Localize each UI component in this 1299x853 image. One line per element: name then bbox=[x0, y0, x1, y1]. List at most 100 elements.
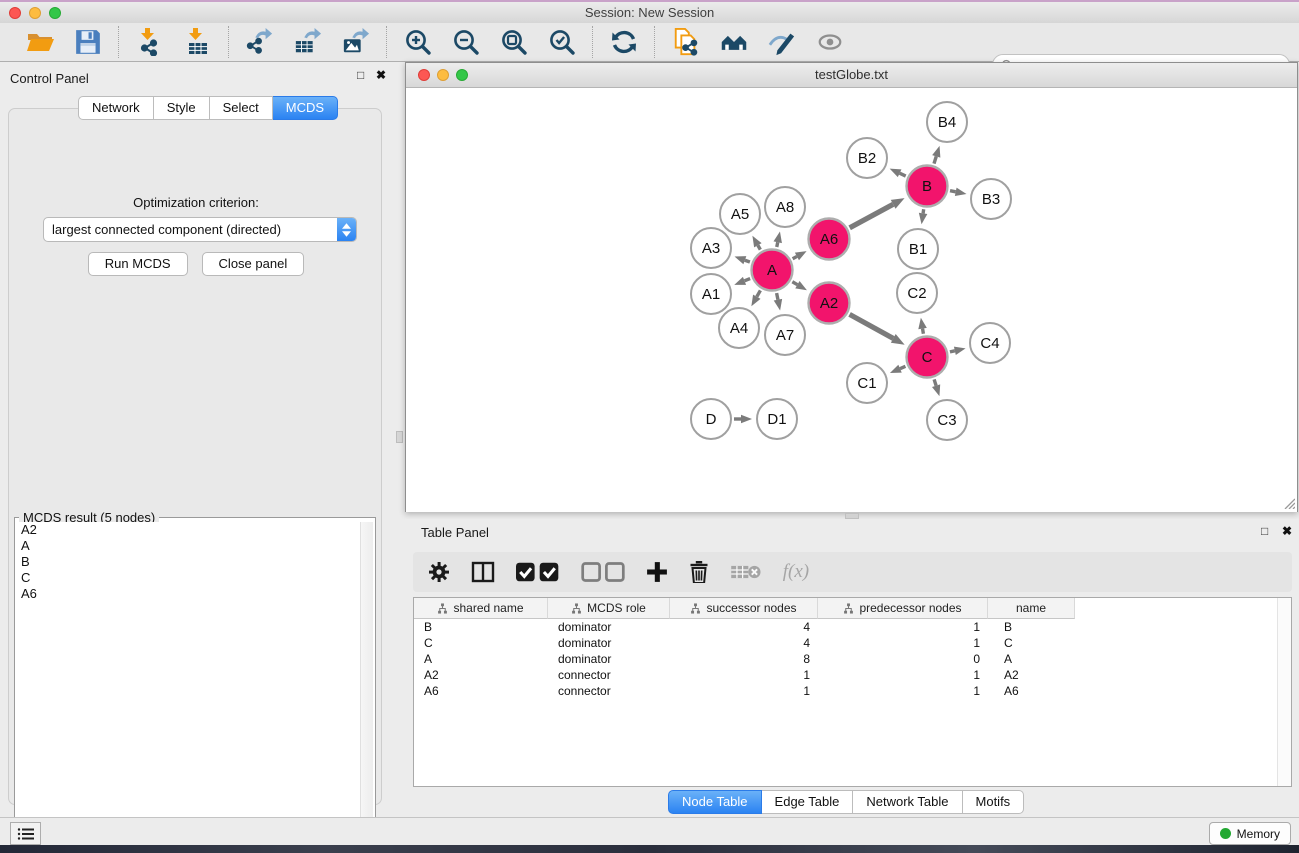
cell-successor-nodes[interactable]: 1 bbox=[670, 684, 818, 698]
table-row[interactable]: Cdominator41C bbox=[414, 635, 1291, 651]
memory-button[interactable]: Memory bbox=[1209, 822, 1291, 845]
cell-name[interactable]: A6 bbox=[988, 684, 1075, 698]
zoom-selected-icon[interactable] bbox=[546, 26, 578, 58]
tab-network[interactable]: Network bbox=[78, 96, 154, 120]
cell-predecessor-nodes[interactable]: 1 bbox=[818, 668, 988, 682]
tab-node-table[interactable]: Node Table bbox=[668, 790, 762, 814]
tab-network-table[interactable]: Network Table bbox=[853, 790, 962, 814]
cell-MCDS-role[interactable]: connector bbox=[548, 668, 670, 682]
network-canvas[interactable]: A A1 A2 A3 A4 A5 A6 A7 A8 B B1 B2 B3B4 C C1 C2 C3C4 D D1 bbox=[406, 88, 1297, 512]
graph-node-C[interactable]: C bbox=[907, 337, 948, 378]
table-panel-close-icon[interactable]: ✖ bbox=[1282, 525, 1292, 537]
run-mcds-button[interactable]: Run MCDS bbox=[88, 252, 188, 276]
graph-node-B1[interactable]: B1 bbox=[898, 229, 938, 269]
tab-edge-table[interactable]: Edge Table bbox=[762, 790, 854, 814]
tab-mcds[interactable]: MCDS bbox=[273, 96, 338, 120]
show-panels-button[interactable] bbox=[10, 822, 41, 845]
table-row[interactable]: A2connector11A2 bbox=[414, 667, 1291, 683]
duplicate-network-icon[interactable] bbox=[670, 26, 702, 58]
control-panel-close-icon[interactable]: ✖ bbox=[376, 69, 386, 81]
export-network-icon[interactable] bbox=[244, 26, 276, 58]
graph-node-B[interactable]: B bbox=[907, 166, 948, 207]
graph-node-A1[interactable]: A1 bbox=[691, 274, 731, 314]
graph-node-A8[interactable]: A8 bbox=[765, 187, 805, 227]
graph-node-D[interactable]: D bbox=[691, 399, 731, 439]
cell-MCDS-role[interactable]: dominator bbox=[548, 652, 670, 666]
graph-node-A[interactable]: A bbox=[752, 250, 793, 291]
graph-node-A3[interactable]: A3 bbox=[691, 228, 731, 268]
column-header-shared-name[interactable]: shared name bbox=[414, 598, 548, 619]
cell-name[interactable]: C bbox=[988, 636, 1075, 650]
column-header-name[interactable]: name bbox=[988, 598, 1075, 619]
network-window-titlebar[interactable]: testGlobe.txt bbox=[406, 63, 1297, 88]
zoom-out-icon[interactable] bbox=[450, 26, 482, 58]
tab-select[interactable]: Select bbox=[210, 96, 273, 120]
cell-name[interactable]: A bbox=[988, 652, 1075, 666]
export-image-icon[interactable] bbox=[340, 26, 372, 58]
graph-node-C3[interactable]: C3 bbox=[927, 400, 967, 440]
cell-name[interactable]: B bbox=[988, 620, 1075, 634]
graph-node-A5[interactable]: A5 bbox=[720, 194, 760, 234]
column-header-MCDS-role[interactable]: MCDS role bbox=[548, 598, 670, 619]
cell-shared-name[interactable]: B bbox=[414, 620, 548, 634]
result-item-b[interactable]: B bbox=[17, 554, 360, 570]
graph-node-A6[interactable]: A6 bbox=[809, 219, 850, 260]
graph-node-A4[interactable]: A4 bbox=[719, 308, 759, 348]
cell-MCDS-role[interactable]: dominator bbox=[548, 620, 670, 634]
cell-predecessor-nodes[interactable]: 0 bbox=[818, 652, 988, 666]
network-home-icon[interactable] bbox=[718, 26, 750, 58]
graph-node-A7[interactable]: A7 bbox=[765, 315, 805, 355]
column-header-predecessor-nodes[interactable]: predecessor nodes bbox=[818, 598, 988, 619]
graph-node-C1[interactable]: C1 bbox=[847, 363, 887, 403]
table-row[interactable]: A6connector11A6 bbox=[414, 683, 1291, 699]
graph-node-C2[interactable]: C2 bbox=[897, 273, 937, 313]
cell-successor-nodes[interactable]: 4 bbox=[670, 636, 818, 650]
open-folder-icon[interactable] bbox=[24, 26, 56, 58]
table-row[interactable]: Adominator80A bbox=[414, 651, 1291, 667]
export-table-icon[interactable] bbox=[292, 26, 324, 58]
graph-node-D1[interactable]: D1 bbox=[757, 399, 797, 439]
mcds-result-list[interactable]: A2ABCA6 bbox=[17, 522, 360, 853]
delete-columns-icon[interactable] bbox=[689, 559, 709, 585]
result-item-c[interactable]: C bbox=[17, 570, 360, 586]
cell-MCDS-role[interactable]: connector bbox=[548, 684, 670, 698]
cell-successor-nodes[interactable]: 4 bbox=[670, 620, 818, 634]
zoom-fit-icon[interactable] bbox=[498, 26, 530, 58]
import-network-icon[interactable] bbox=[134, 26, 166, 58]
cell-successor-nodes[interactable]: 8 bbox=[670, 652, 818, 666]
cell-successor-nodes[interactable]: 1 bbox=[670, 668, 818, 682]
split-columns-icon[interactable] bbox=[471, 559, 495, 585]
cell-shared-name[interactable]: C bbox=[414, 636, 548, 650]
add-column-icon[interactable] bbox=[646, 559, 668, 585]
cell-predecessor-nodes[interactable]: 1 bbox=[818, 684, 988, 698]
tab-style[interactable]: Style bbox=[154, 96, 210, 120]
control-panel-float-icon[interactable]: □ bbox=[357, 69, 364, 81]
cell-shared-name[interactable]: A6 bbox=[414, 684, 548, 698]
table-scrollbar[interactable] bbox=[1277, 598, 1291, 786]
cell-shared-name[interactable]: A bbox=[414, 652, 548, 666]
column-header-successor-nodes[interactable]: successor nodes bbox=[670, 598, 818, 619]
graph-node-B2[interactable]: B2 bbox=[847, 138, 887, 178]
table-row[interactable]: Bdominator41B bbox=[414, 619, 1291, 635]
birds-eye-view-icon[interactable] bbox=[814, 26, 846, 58]
select-all-columns-icon[interactable] bbox=[516, 559, 560, 585]
graph-node-C4[interactable]: C4 bbox=[970, 323, 1010, 363]
table-panel-float-icon[interactable]: □ bbox=[1261, 525, 1268, 537]
criterion-dropdown[interactable]: largest connected component (directed) bbox=[43, 217, 357, 242]
graphics-details-icon[interactable] bbox=[766, 26, 798, 58]
result-list-scrollbar[interactable] bbox=[360, 522, 373, 853]
save-session-icon[interactable] bbox=[72, 26, 104, 58]
graph-node-A2[interactable]: A2 bbox=[809, 283, 850, 324]
graph-node-B3[interactable]: B3 bbox=[971, 179, 1011, 219]
cell-shared-name[interactable]: A2 bbox=[414, 668, 548, 682]
tab-motifs[interactable]: Motifs bbox=[963, 790, 1025, 814]
cell-predecessor-nodes[interactable]: 1 bbox=[818, 620, 988, 634]
result-item-a[interactable]: A bbox=[17, 538, 360, 554]
cell-predecessor-nodes[interactable]: 1 bbox=[818, 636, 988, 650]
result-item-a6[interactable]: A6 bbox=[17, 586, 360, 602]
table-settings-icon[interactable] bbox=[428, 559, 450, 585]
close-panel-button[interactable]: Close panel bbox=[202, 252, 305, 276]
window-resize-grip-icon[interactable] bbox=[1282, 496, 1295, 509]
import-table-icon[interactable] bbox=[182, 26, 214, 58]
graph-node-B4[interactable]: B4 bbox=[927, 102, 967, 142]
